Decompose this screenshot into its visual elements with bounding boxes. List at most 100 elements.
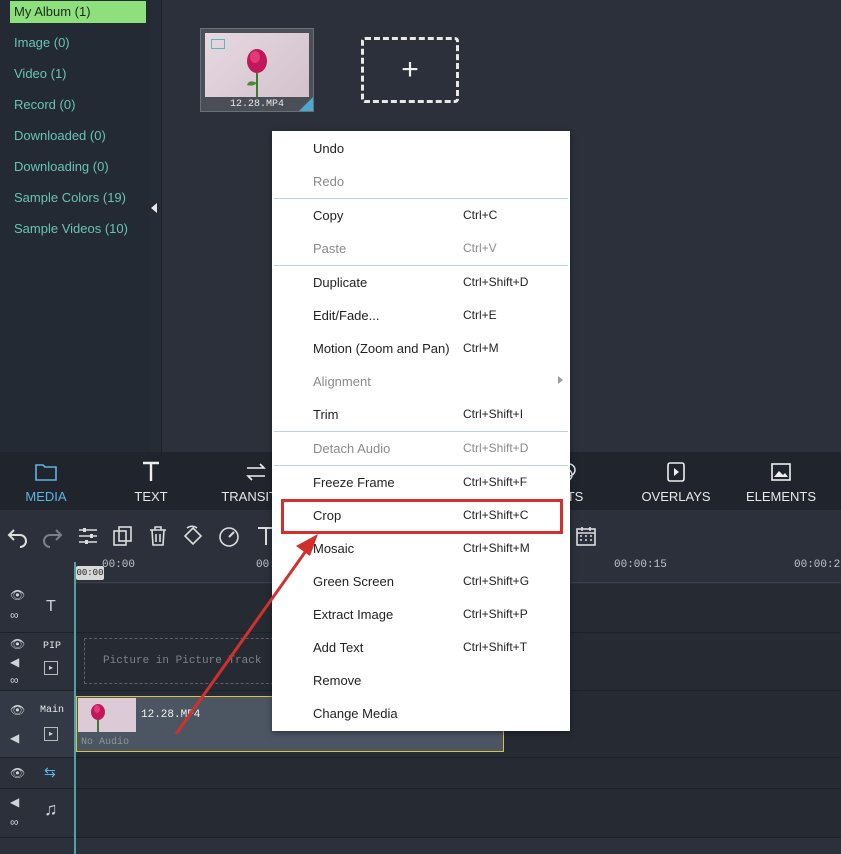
music-track-header: ◀ ∞ ♫	[0, 789, 74, 838]
menu-item-redo[interactable]: Redo	[272, 165, 570, 198]
sidebar-divider	[150, 0, 162, 452]
menu-item-copy[interactable]: Copy Ctrl+C	[272, 199, 570, 232]
menu-item-freeze-frame[interactable]: Freeze Frame Ctrl+Shift+F	[272, 466, 570, 499]
menu-item-change-media[interactable]: Change Media	[272, 697, 570, 730]
speaker-icon[interactable]: ◀	[10, 795, 19, 809]
menu-label: Duplicate	[313, 275, 368, 290]
redo-icon[interactable]	[40, 524, 64, 548]
folder-icon	[35, 464, 57, 481]
sidebar-item-downloading[interactable]: Downloading (0)	[10, 156, 140, 178]
text-track-icon: T	[46, 598, 56, 615]
ruler-label-start: 00:00	[102, 559, 136, 571]
menu-label: Change Media	[313, 706, 398, 721]
thumbnail-filename: 12.28.MP4	[229, 99, 284, 110]
text-icon	[143, 461, 159, 481]
adjust-icon[interactable]	[76, 524, 100, 548]
clip-audio-status: No Audio	[81, 737, 130, 748]
main-track-header: 👁 ◀ Main ▸	[0, 691, 74, 758]
menu-item-mosaic[interactable]: Mosaic Ctrl+Shift+M	[272, 532, 570, 565]
menu-label: Add Text	[313, 640, 364, 655]
playhead-time[interactable]: 00:00	[76, 566, 104, 580]
speaker-icon[interactable]: ◀	[10, 655, 19, 669]
menu-shortcut: Ctrl+Shift+F	[463, 475, 528, 489]
sidebar-item-my-album[interactable]: My Album (1)	[10, 1, 146, 23]
menu-label: Undo	[313, 141, 345, 156]
tab-text-label: TEXT	[134, 489, 168, 504]
pip-track-label: PIP	[43, 641, 62, 652]
tab-media-label: MEDIA	[25, 489, 67, 504]
menu-shortcut: Ctrl+C	[463, 208, 498, 222]
tab-text[interactable]: TEXT	[105, 452, 197, 510]
eye-icon[interactable]: 👁	[10, 703, 25, 717]
tab-media[interactable]: MEDIA	[0, 452, 92, 510]
sidebar-item-video[interactable]: Video (1)	[10, 63, 140, 85]
speaker-icon[interactable]: ◀	[10, 731, 19, 745]
text-track-header: 👁 ∞ T	[0, 584, 74, 633]
pip-track-icon: ▸	[44, 661, 58, 675]
transition-track-header: 👁 ⇆	[0, 758, 74, 789]
collapse-sidebar-icon[interactable]	[151, 203, 157, 213]
menu-item-duplicate[interactable]: Duplicate Ctrl+Shift+D	[272, 266, 570, 299]
menu-item-green-screen[interactable]: Green Screen Ctrl+Shift+G	[272, 565, 570, 598]
clip-thumbnail	[78, 698, 136, 732]
link-icon[interactable]: ∞	[10, 815, 19, 829]
submenu-arrow-icon	[558, 376, 563, 384]
sidebar-item-sample-videos[interactable]: Sample Videos (10)	[10, 218, 140, 240]
menu-item-add-text[interactable]: Add Text Ctrl+Shift+T	[272, 631, 570, 664]
tab-overlays-label: OVERLAYS	[641, 489, 711, 504]
menu-item-undo[interactable]: Undo	[272, 132, 570, 165]
rotate-icon[interactable]	[181, 524, 205, 548]
menu-label: Freeze Frame	[313, 475, 395, 490]
menu-shortcut: Ctrl+Shift+P	[463, 607, 528, 621]
rose-image	[91, 704, 105, 732]
menu-shortcut: Ctrl+Shift+T	[463, 640, 528, 654]
menu-shortcut: Ctrl+E	[463, 308, 497, 322]
speed-icon[interactable]	[217, 524, 241, 548]
menu-label: Detach Audio	[313, 441, 391, 456]
tab-elements[interactable]: ELEMENTS	[735, 452, 827, 510]
menu-label: Alignment	[313, 374, 371, 389]
menu-label: Edit/Fade...	[313, 308, 380, 323]
eye-icon[interactable]: 👁	[10, 588, 25, 602]
music-track[interactable]	[76, 789, 841, 838]
transition-track-icon: ⇆	[44, 764, 56, 780]
ruler-label-20: 00:00:20	[794, 559, 841, 571]
transition-track[interactable]	[76, 758, 841, 789]
eye-icon[interactable]: 👁	[10, 637, 25, 651]
video-type-icon	[211, 39, 225, 49]
sidebar-item-record[interactable]: Record (0)	[10, 94, 140, 116]
overlay-icon	[667, 462, 685, 482]
menu-item-motion[interactable]: Motion (Zoom and Pan) Ctrl+M	[272, 332, 570, 365]
menu-label: Trim	[313, 407, 339, 422]
menu-label: Mosaic	[313, 541, 355, 556]
main-track-icon: ▸	[44, 727, 58, 741]
menu-label: Remove	[313, 673, 362, 688]
menu-label: Redo	[313, 174, 345, 189]
sidebar-item-image[interactable]: Image (0)	[10, 32, 140, 54]
sidebar-item-downloaded[interactable]: Downloaded (0)	[10, 125, 140, 147]
media-thumbnail[interactable]: 12.28.MP4	[200, 28, 314, 112]
link-icon[interactable]: ∞	[10, 673, 19, 687]
sidebar-item-sample-colors[interactable]: Sample Colors (19)	[10, 187, 140, 209]
menu-item-alignment[interactable]: Alignment	[272, 365, 570, 398]
clip-filename: 12.28.MP4	[141, 709, 201, 721]
eye-icon[interactable]: 👁	[10, 766, 25, 780]
playhead-line[interactable]	[74, 562, 76, 854]
delete-icon[interactable]	[146, 524, 170, 548]
menu-item-trim[interactable]: Trim Ctrl+Shift+I	[272, 398, 570, 431]
menu-item-edit-fade[interactable]: Edit/Fade... Ctrl+E	[272, 299, 570, 332]
menu-item-paste[interactable]: Paste Ctrl+V	[272, 232, 570, 265]
menu-shortcut: Ctrl+Shift+G	[463, 574, 530, 588]
copy-icon[interactable]	[111, 524, 135, 548]
menu-item-detach-audio[interactable]: Detach Audio Ctrl+Shift+D	[272, 432, 570, 465]
import-media-button[interactable]: +	[361, 37, 459, 103]
menu-item-remove[interactable]: Remove	[272, 664, 570, 697]
context-menu: Undo Redo Copy Ctrl+C Paste Ctrl+V Duplica…	[272, 131, 570, 731]
menu-label: Copy	[313, 208, 344, 223]
transition-icon	[246, 463, 266, 481]
link-icon[interactable]: ∞	[10, 608, 19, 622]
menu-item-extract-image[interactable]: Extract Image Ctrl+Shift+P	[272, 598, 570, 631]
tab-overlays[interactable]: OVERLAYS	[630, 452, 722, 510]
calendar-icon[interactable]	[574, 524, 598, 548]
undo-icon[interactable]	[6, 524, 30, 548]
